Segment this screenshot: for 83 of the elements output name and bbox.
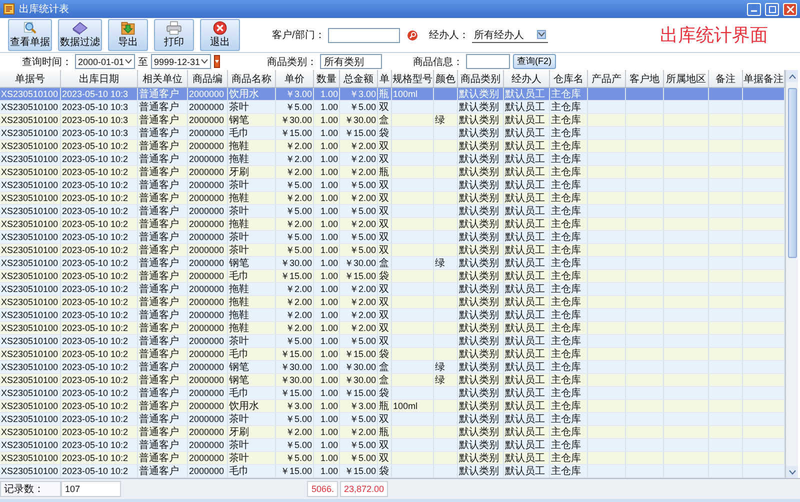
column-header[interactable]: 经办人 <box>504 70 550 87</box>
column-header[interactable]: 商品名称 <box>228 70 276 87</box>
toolbar-button[interactable]: 导出 <box>108 19 148 51</box>
table-row[interactable]: XS230510100 2023-05-10 10:2 普通客户 2000000 茶叶 ￥5.00 1.00 ￥5.00 双 默认类别 默认员工 主仓库 <box>0 452 785 465</box>
table-row[interactable]: XS230510100 2023-05-10 10:2 普通客户 2000000 毛巾 ￥15.00 1.00 ￥15.00 袋 默认类别 默认员工 主仓库 <box>0 465 785 478</box>
table-row[interactable]: XS230510100 2023-05-10 10:3 普通客户 2000000 茶叶 ￥5.00 1.00 ￥5.00 双 默认类别 默认员工 主仓库 <box>0 101 785 114</box>
toolbar-button[interactable]: 查看单据 <box>8 19 52 51</box>
toolbar-button[interactable]: 数据过滤 <box>58 19 102 51</box>
table-row[interactable]: XS230510100 2023-05-10 10:2 普通客户 2000000 拖鞋 ￥2.00 1.00 ￥2.00 双 默认类别 默认员工 主仓库 <box>0 283 785 296</box>
maximize-button[interactable] <box>765 2 779 16</box>
table-row[interactable]: XS230510100 2023-05-10 10:2 普通客户 2000000 毛巾 ￥15.00 1.00 ￥15.00 袋 默认类别 默认员工 主仓库 <box>0 270 785 283</box>
table-row[interactable]: XS230510100 2023-05-10 10:2 普通客户 2000000 茶叶 ￥5.00 1.00 ￥5.00 双 默认类别 默认员工 主仓库 <box>0 179 785 192</box>
record-count-label: 记录数： <box>0 481 61 497</box>
table-row[interactable]: XS230510100 2023-05-10 10:2 普通客户 2000000 拖鞋 ￥2.00 1.00 ￥2.00 双 默认类别 默认员工 主仓库 <box>0 296 785 309</box>
field-label: 商品类别： <box>267 56 317 68</box>
column-header[interactable]: 商品类别 <box>458 70 504 87</box>
field-label: 客户/部门： <box>272 28 325 42</box>
maximize-icon <box>768 6 776 12</box>
caret-icon <box>215 60 219 63</box>
table-row[interactable]: XS230510100 2023-05-10 10:2 普通客户 2000000 拖鞋 ￥2.00 1.00 ￥2.00 双 默认类别 默认员工 主仓库 <box>0 322 785 335</box>
table-row[interactable]: XS230510100 2023-05-10 10:2 普通客户 2000000 茶叶 ￥5.00 1.00 ￥5.00 双 默认类别 默认员工 主仓库 <box>0 413 785 426</box>
table-row[interactable]: XS230510100 2023-05-10 10:2 普通客户 2000000 茶叶 ￥5.00 1.00 ￥5.00 双 默认类别 默认员工 主仓库 <box>0 231 785 244</box>
vertical-scrollbar[interactable] <box>785 70 798 478</box>
table-row[interactable]: XS230510100 2023-05-10 10:2 普通客户 2000000 钢笔 ￥30.00 1.00 ￥30.00 盒 绿 默认类别 默认员工 主仓库 <box>0 374 785 387</box>
table-row[interactable]: XS230510100 2023-05-10 10:2 普通客户 2000000 饮用水 ￥3.00 1.00 ￥3.00 瓶 100ml 默认类别 默认员工 主仓库 <box>0 400 785 413</box>
table-row[interactable]: XS230510100 2023-05-10 10:2 普通客户 2000000 茶叶 ￥5.00 1.00 ￥5.00 双 默认类别 默认员工 主仓库 <box>0 244 785 257</box>
toolbar-button[interactable]: 退出 <box>200 19 240 51</box>
date-field[interactable]: 9999-12-31 <box>151 54 211 69</box>
table-row[interactable]: XS230510100 2023-05-10 10:3 普通客户 2000000 钢笔 ￥30.00 1.00 ￥30.00 盒 绿 默认类别 默认员工 主仓库 <box>0 114 785 127</box>
table-row[interactable]: XS230510100 2023-05-10 10:2 普通客户 2000000 拖鞋 ￥2.00 1.00 ￥2.00 双 默认类别 默认员工 主仓库 <box>0 140 785 153</box>
table-row[interactable]: XS230510100 2023-05-10 10:2 普通客户 2000000 毛巾 ￥15.00 1.00 ￥15.00 袋 默认类别 默认员工 主仓库 <box>0 387 785 400</box>
column-header[interactable]: 规格型号 <box>392 70 434 87</box>
column-header[interactable]: 出库日期 <box>61 70 138 87</box>
column-header[interactable]: 相关单位 <box>138 70 188 87</box>
search-icon[interactable] <box>406 30 418 40</box>
column-header[interactable]: 所属地区 <box>664 70 709 87</box>
window-title: 出库统计表 <box>19 2 70 16</box>
column-header[interactable]: 总金额 <box>340 70 378 87</box>
field-label: 查询时间： <box>22 56 72 68</box>
table-row[interactable]: XS230510100 2023-05-10 10:3 普通客户 2000000 毛巾 ￥15.00 1.00 ￥15.00 袋 默认类别 默认员工 主仓库 <box>0 127 785 140</box>
date-picker-button[interactable] <box>214 55 220 68</box>
table-row[interactable]: XS230510100 2023-05-10 10:2 普通客户 2000000 茶叶 ￥5.00 1.00 ￥5.00 双 默认类别 默认员工 主仓库 <box>0 335 785 348</box>
table-row[interactable]: XS230510100 2023-05-10 10:2 普通客户 2000000 茶叶 ￥5.00 1.00 ￥5.00 双 默认类别 默认员工 主仓库 <box>0 439 785 452</box>
column-header[interactable]: 商品编 <box>188 70 228 87</box>
column-header[interactable]: 颜色 <box>434 70 458 87</box>
table-row[interactable]: XS230510100 2023-05-10 10:2 普通客户 2000000 拖鞋 ￥2.00 1.00 ￥2.00 双 默认类别 默认员工 主仓库 <box>0 218 785 231</box>
close-icon <box>786 6 794 12</box>
column-header[interactable]: 仓库名 <box>550 70 588 87</box>
column-header[interactable]: 客户地 <box>626 70 664 87</box>
table-row[interactable]: XS230510100 2023-05-10 10:2 普通客户 2000000 钢笔 ￥30.00 1.00 ￥30.00 盒 绿 默认类别 默认员工 主仓库 <box>0 257 785 270</box>
table-row[interactable]: XS230510100 2023-05-10 10:2 普通客户 2000000 毛巾 ￥15.00 1.00 ￥15.00 袋 默认类别 默认员工 主仓库 <box>0 348 785 361</box>
caret-icon <box>538 32 545 37</box>
column-header[interactable]: 备注 <box>709 70 743 87</box>
field-label: 经办人： <box>428 28 469 42</box>
table-row[interactable]: XS230510100 2023-05-10 10:2 普通客户 2000000 牙刷 ￥2.00 1.00 ￥2.00 瓶 默认类别 默认员工 主仓库 <box>0 166 785 179</box>
app-icon <box>3 3 15 15</box>
page-heading: 出库统计界面 <box>660 24 768 47</box>
handler-dropdown[interactable]: 所有经办人 <box>472 27 548 43</box>
category-field[interactable]: 所有类别 <box>320 54 382 69</box>
amount-total: 23,872.00 <box>340 481 388 497</box>
table-row[interactable]: XS230510100 2023-05-10 10:2 普通客户 2000000 钢笔 ￥30.00 1.00 ￥30.00 盒 绿 默认类别 默认员工 主仓库 <box>0 361 785 374</box>
table-row[interactable]: XS230510100 2023-05-10 10:2 普通客户 2000000 拖鞋 ￥2.00 1.00 ￥2.00 双 默认类别 默认员工 主仓库 <box>0 153 785 166</box>
table-row[interactable]: XS230510100 2023-05-10 10:2 普通客户 2000000 牙刷 ￥2.00 1.00 ￥2.00 瓶 默认类别 默认员工 主仓库 <box>0 426 785 439</box>
close-button[interactable] <box>783 2 797 16</box>
table-row[interactable]: XS230510100 2023-05-10 10:2 普通客户 2000000 拖鞋 ￥2.00 1.00 ￥2.00 双 默认类别 默认员工 主仓库 <box>0 192 785 205</box>
table-row[interactable]: XS230510100 2023-05-10 10:2 普通客户 2000000 拖鞋 ￥2.00 1.00 ￥2.00 双 默认类别 默认员工 主仓库 <box>0 309 785 322</box>
date-field[interactable]: 2000-01-01 <box>75 54 135 69</box>
field-label: 至 <box>138 56 148 68</box>
query-button[interactable]: 查询(F2) <box>513 54 556 69</box>
caret-icon <box>125 59 132 64</box>
table-row[interactable]: XS230510100 2023-05-10 10:2 普通客户 2000000 茶叶 ￥5.00 1.00 ￥5.00 双 默认类别 默认员工 主仓库 <box>0 205 785 218</box>
quantity-total: 5066. <box>307 481 338 497</box>
minimize-button[interactable] <box>747 2 761 16</box>
column-header[interactable]: 单据号 <box>0 70 61 87</box>
toolbar-button[interactable]: 打印 <box>154 19 194 51</box>
field-label: 商品信息： <box>413 56 463 68</box>
column-header[interactable]: 产品产 <box>588 70 626 87</box>
column-header[interactable]: 单价 <box>276 70 314 87</box>
column-header[interactable]: 数量 <box>314 70 340 87</box>
record-count-field: 107 <box>61 481 121 497</box>
customer-field[interactable] <box>328 28 400 42</box>
column-header[interactable]: 单 <box>378 70 392 87</box>
product-info-field[interactable] <box>466 54 510 69</box>
